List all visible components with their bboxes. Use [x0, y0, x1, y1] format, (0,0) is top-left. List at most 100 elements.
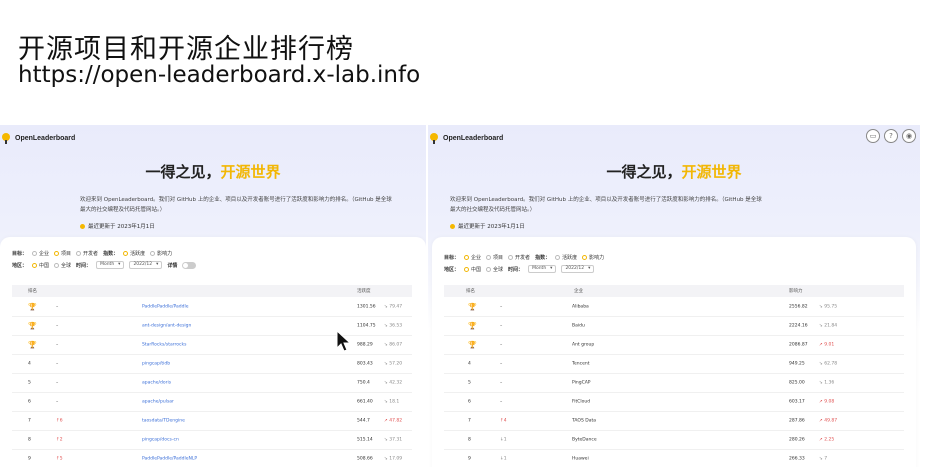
intro-line-2: 最大的社交编程及代码托管网站。）: [80, 207, 166, 213]
table-row[interactable]: 6 – FitCloud 603.17 ↗ 9.08: [444, 392, 904, 412]
repo-link[interactable]: apache/pulsar: [142, 399, 174, 404]
repo-link[interactable]: StarRocks/starrocks: [142, 342, 186, 347]
github-icon[interactable]: ◉: [902, 129, 916, 143]
rank-change: –: [500, 399, 503, 404]
rank-change: ↑6: [56, 418, 63, 423]
table-row[interactable]: 8 ↓1 ByteDance 280.26 ↗ 2.25: [444, 430, 904, 450]
time-value-select[interactable]: 2022/12 ▾: [561, 265, 595, 273]
radio-activity[interactable]: 活跃度: [123, 250, 145, 257]
radio-influence[interactable]: 影响力: [582, 254, 604, 261]
trophy-icon: 🏆: [468, 340, 477, 349]
rank-change: –: [56, 304, 59, 309]
score-trend: ↘ 36.53: [384, 323, 403, 328]
table-row[interactable]: 5 – apache/doris 750.4 ↘ 42.32: [12, 373, 412, 393]
radio-enterprise[interactable]: 企业: [464, 254, 481, 261]
table-row[interactable]: 6 – apache/pulsar 661.40 ↘ 18.1: [12, 392, 412, 412]
right-screenshot-panel: OpenLeaderboard ▭ ? ◉ 一得之见，开源世界 欢迎来到 Ope…: [428, 125, 920, 467]
radio-global[interactable]: 全球: [54, 262, 71, 269]
col-rank: 排名: [28, 289, 37, 294]
detail-toggle[interactable]: [182, 261, 197, 269]
score-trend: ↘ 62.78: [819, 361, 838, 366]
time-label: 时间：: [76, 262, 92, 269]
radio-china[interactable]: 中国: [464, 266, 481, 273]
radio-china[interactable]: 中国: [32, 262, 49, 269]
hero-accent: 开源世界: [220, 163, 281, 181]
table-row[interactable]: 🏆 – Ant group 2086.87 ↗ 9.01: [444, 335, 904, 355]
table-row[interactable]: 4 – Tencent 949.25 ↘ 62.78: [444, 354, 904, 374]
rank-change: –: [500, 380, 503, 385]
metric-label: 指数：: [535, 255, 551, 261]
table-row[interactable]: 🏆 – StarRocks/starrocks 988.29 ↘ 86.07: [12, 335, 412, 355]
col-influence[interactable]: 影响力: [789, 288, 803, 294]
col-activity[interactable]: 活跃度: [357, 288, 371, 294]
table-row[interactable]: 8 ↑2 pingcap/docs-cn 515.14 ↘ 37.31: [12, 430, 412, 450]
enterprise-name: ByteDance: [572, 437, 597, 442]
repo-link[interactable]: PaddlePaddle/Paddle: [142, 304, 189, 309]
time-unit-select[interactable]: Month ▾: [528, 265, 557, 273]
logo[interactable]: OpenLeaderboard: [2, 132, 75, 144]
rank-number: 9: [468, 456, 471, 461]
table-row[interactable]: 4 – pingcap/tidb 803.43 ↘ 57.20: [12, 354, 412, 374]
help-icon[interactable]: ?: [884, 129, 898, 143]
header-icons: ▭ ? ◉: [866, 129, 916, 143]
score-value: 661.40: [357, 399, 373, 404]
table-row[interactable]: 7 ↑6 taosdata/TDengine 544.7 ↗ 47.82: [12, 411, 412, 431]
table-row[interactable]: 🏆 – Alibaba 2556.82 ↘ 95.75: [444, 297, 904, 317]
repo-link[interactable]: pingcap/docs-cn: [142, 437, 179, 442]
rank-number: 5: [28, 380, 31, 385]
repo-link[interactable]: PaddlePaddle/PaddleNLP: [142, 456, 197, 461]
radio-project[interactable]: 项目: [54, 250, 71, 257]
enterprise-name: Baidu: [572, 323, 585, 328]
radio-developer[interactable]: 开发者: [76, 250, 98, 257]
table-row[interactable]: 🏆 – ant-design/ant-design 1104.75 ↘ 36.53: [12, 316, 412, 336]
rank-change: –: [500, 342, 503, 347]
radio-developer[interactable]: 开发者: [508, 254, 530, 261]
table-row[interactable]: 9 ↑5 PaddlePaddle/PaddleNLP 508.66 ↘ 17.09: [12, 449, 412, 467]
time-value-select[interactable]: 2022/12 ▾: [129, 261, 163, 269]
table-row[interactable]: 9 ↓1 Huawei 266.33 ↘ 7: [444, 449, 904, 467]
trophy-icon: 🏆: [468, 302, 477, 311]
rank-change: –: [500, 304, 503, 309]
repo-link[interactable]: ant-design/ant-design: [142, 323, 191, 328]
score-value: 988.29: [357, 342, 373, 347]
score-value: 803.43: [357, 361, 373, 366]
radio-global[interactable]: 全球: [486, 266, 503, 273]
table-row[interactable]: 🏆 – PaddlePaddle/Paddle 1301.56 ↘ 79.47: [12, 297, 412, 317]
rank-change: ↓1: [500, 456, 507, 461]
region-label: 地区：: [12, 262, 28, 269]
table-row[interactable]: 7 ↑4 TAOS Data 287.86 ↗ 49.87: [444, 411, 904, 431]
logo[interactable]: OpenLeaderboard: [430, 132, 503, 144]
rank-number: 4: [468, 361, 471, 366]
table-row[interactable]: 5 – PingCAP 825.00 ↘ 1.36: [444, 373, 904, 393]
radio-influence[interactable]: 影响力: [150, 250, 172, 257]
rank-change: –: [56, 380, 59, 385]
region-filter-row: 地区： 中国 全球 时间： Month ▾ 2022/12 ▾: [444, 265, 595, 273]
rank-number: 8: [28, 437, 31, 442]
score-trend: ↗ 9.01: [819, 342, 835, 347]
enterprise-name: FitCloud: [572, 399, 591, 404]
rank-change: ↑4: [500, 418, 507, 423]
radio-project[interactable]: 项目: [486, 254, 503, 261]
score-trend: ↘ 37.31: [384, 437, 403, 442]
rank-change: –: [56, 323, 59, 328]
enterprise-name: Alibaba: [572, 304, 589, 309]
region-label: 地区：: [444, 266, 460, 273]
rank-change: –: [56, 342, 59, 347]
last-updated-text: 最近更新于 2023年1月1日: [88, 224, 155, 230]
score-trend: ↗ 9.08: [819, 399, 835, 404]
radio-activity[interactable]: 活跃度: [555, 254, 577, 261]
chat-icon[interactable]: ▭: [866, 129, 880, 143]
hero-prefix: 一得之见，: [145, 163, 221, 181]
enterprise-name: Ant group: [572, 342, 595, 347]
radio-enterprise[interactable]: 企业: [32, 250, 49, 257]
time-unit-select[interactable]: Month ▾: [96, 261, 125, 269]
repo-link[interactable]: pingcap/tidb: [142, 361, 170, 366]
app-header: OpenLeaderboard ▭ ? ◉: [428, 129, 920, 147]
table-row[interactable]: 🏆 – Baidu 2224.16 ↘ 21.84: [444, 316, 904, 336]
repo-link[interactable]: taosdata/TDengine: [142, 418, 185, 423]
score-trend: ↗ 47.82: [384, 418, 403, 423]
table-header: 排名 活跃度: [12, 285, 412, 297]
rank-number: 9: [28, 456, 31, 461]
rank-change: ↑5: [56, 456, 63, 461]
repo-link[interactable]: apache/doris: [142, 380, 171, 385]
